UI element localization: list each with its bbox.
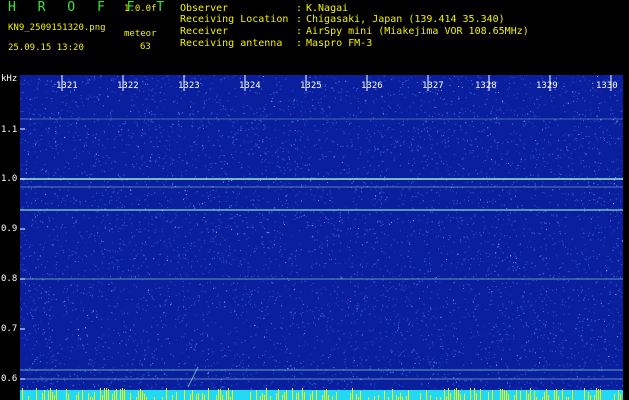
y-tick-label: 1.0 [1,174,18,184]
x-tick-label: 1328 [475,81,497,91]
y-axis-unit: kHz [1,74,18,84]
meteor-label: meteor [124,29,157,39]
y-tick-label: 0.8 [1,274,18,284]
y-tick-label: 0.6 [1,374,18,384]
observer-separator: : [296,3,303,14]
receiver-label: Receiver [180,26,229,37]
app-version: 1.0.0f [124,4,157,14]
y-tick-label: 0.7 [1,324,18,334]
file-name: KN9_2509151320.png [8,23,106,33]
antenna-value: Maspro FM-3 [306,38,373,49]
x-tick-label: 1326 [361,81,383,91]
x-tick-label: 1330 [596,81,618,91]
location-value: Chigasaki, Japan (139.414 35.340) [306,14,505,25]
antenna-label: Receiving antenna [180,38,283,49]
observer-label: Observer [180,3,229,14]
x-tick-label: 1329 [536,81,558,91]
location-label: Receiving Location [180,14,289,25]
receiver-value: AirSpy mini (Miakejima VOR 108.65MHz) [306,26,529,37]
location-separator: : [296,14,303,25]
header-panel: H R O F F T 1.0.0f KN9_2509151320.png me… [0,0,629,73]
x-tick-label: 1322 [117,81,139,91]
x-tick-label: 1327 [422,81,444,91]
x-tick-label: 1321 [56,81,78,91]
date-time: 25.09.15 13:20 [8,43,84,53]
y-tick-label: 1.1 [1,125,18,135]
receiver-separator: : [296,26,303,37]
x-tick-label: 1325 [300,81,322,91]
x-tick-label: 1323 [178,81,200,91]
spectrogram-canvas [20,75,623,400]
y-tick-label: 0.9 [1,224,18,234]
bottom-level-band [20,390,623,400]
observer-value: K.Nagai [306,3,349,14]
meteor-count: 63 [140,42,151,52]
spectrogram-plot [20,75,623,400]
x-tick-label: 1324 [239,81,261,91]
antenna-separator: : [296,38,303,49]
